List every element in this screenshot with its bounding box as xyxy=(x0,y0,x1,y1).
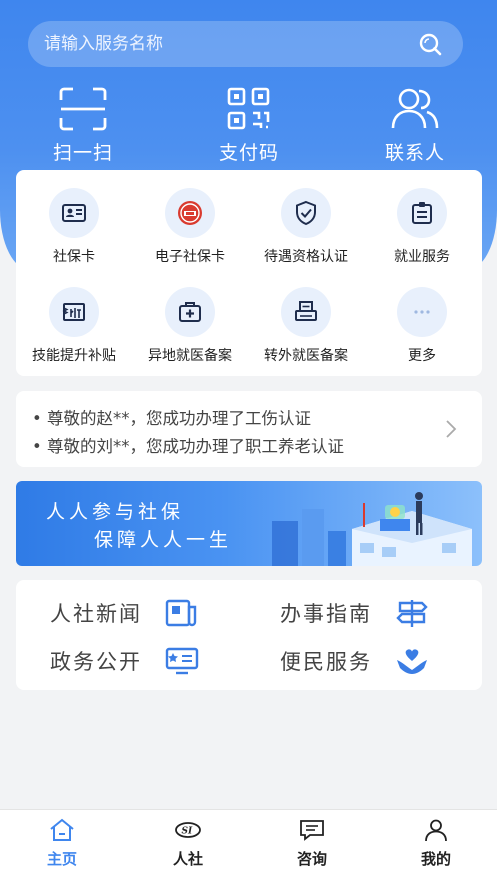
tab-consult-label: 咨询 xyxy=(296,850,327,868)
quick-contacts-label: 联系人 xyxy=(384,142,445,164)
notice-item: • 尊敬的刘**，您成功办理了职工养老认证 xyxy=(32,437,344,456)
service-remote-medical-icon-bg xyxy=(165,287,215,337)
chat-icon xyxy=(300,820,324,841)
search-icon[interactable] xyxy=(417,31,443,57)
quick-paycode-button[interactable]: 支付码 xyxy=(189,86,309,165)
service-eligibility-auth-label: 待遇资格认证 xyxy=(264,249,348,265)
tab-mine[interactable]: 我的 xyxy=(396,818,476,869)
service-remote-medical[interactable]: 异地就医备案 xyxy=(132,287,248,365)
news-item-convenience[interactable]: 便民服务 xyxy=(280,646,430,676)
tab-mine-label: 我的 xyxy=(420,850,451,868)
tab-home-label: 主页 xyxy=(46,850,77,868)
info-section: 人社新闻 办事指南 政务公开 便民服务 xyxy=(16,580,482,690)
subsidy-ticket-icon xyxy=(62,303,85,321)
tab-renshe[interactable]: SI 人社 xyxy=(148,818,228,869)
quick-scan-button[interactable]: 扫一扫 xyxy=(23,86,143,165)
service-social-card-label: 社保卡 xyxy=(53,249,95,265)
service-transfer-medical-label: 转外就医备案 xyxy=(264,348,348,364)
service-e-social-card-label: 电子社保卡 xyxy=(155,249,225,265)
notice-text: 尊敬的刘**，您成功办理了职工养老认证 xyxy=(46,437,344,456)
notice-item: • 尊敬的赵**，您成功办理了工伤认证 xyxy=(32,409,311,428)
printer-icon xyxy=(295,301,317,321)
service-social-card[interactable]: 社保卡 xyxy=(16,188,132,266)
si-logo-icon: SI xyxy=(175,822,201,838)
more-dots-icon xyxy=(414,310,430,314)
shield-check-icon xyxy=(296,200,316,226)
service-e-social-card[interactable]: 电子社保卡 xyxy=(132,188,248,266)
search-bar[interactable] xyxy=(28,21,463,67)
service-skill-subsidy-icon-bg xyxy=(49,287,99,337)
service-skill-subsidy-label: 技能提升补贴 xyxy=(32,348,116,364)
news-label: 便民服务 xyxy=(280,650,372,674)
news-label: 人社新闻 xyxy=(50,602,142,626)
scan-icon xyxy=(59,87,107,131)
promo-banner[interactable]: 人人参与社保 保障人人一生 xyxy=(16,481,482,566)
service-more-icon-bg xyxy=(397,287,447,337)
service-grid: 社保卡 电子社保卡 待遇资格认证 就业服务 技能提升补贴 异地就医备案 转外就医… xyxy=(16,170,482,376)
bottom-tab-bar: 主页 SI 人社 咨询 我的 xyxy=(0,809,497,883)
service-employment[interactable]: 就业服务 xyxy=(364,188,480,266)
notice-text: 尊敬的赵**，您成功办理了工伤认证 xyxy=(46,409,311,428)
service-eligibility-auth[interactable]: 待遇资格认证 xyxy=(248,188,364,266)
chevron-right-icon[interactable] xyxy=(444,418,458,440)
quick-paycode-label: 支付码 xyxy=(218,142,279,164)
service-transfer-medical-icon-bg xyxy=(281,287,331,337)
badge-icon xyxy=(412,202,432,224)
service-remote-medical-label: 异地就医备案 xyxy=(148,348,232,364)
service-employment-label: 就业服务 xyxy=(394,249,450,265)
service-more[interactable]: 更多 xyxy=(364,287,480,365)
svg-text:SI: SI xyxy=(182,827,193,837)
service-more-label: 更多 xyxy=(408,348,436,364)
news-item-gov-open[interactable]: 政务公开 xyxy=(50,646,200,676)
tab-renshe-label: 人社 xyxy=(172,850,203,868)
tab-consult[interactable]: 咨询 xyxy=(272,818,352,869)
contacts-icon xyxy=(391,88,439,129)
newspaper-icon xyxy=(165,599,197,627)
monitor-icon xyxy=(165,647,199,675)
quick-contacts-button[interactable]: 联系人 xyxy=(355,86,475,165)
id-card-icon xyxy=(62,204,86,222)
banner-title-line2: 保障人人一生 xyxy=(94,529,233,551)
service-transfer-medical[interactable]: 转外就医备案 xyxy=(248,287,364,365)
service-social-card-icon-bg xyxy=(49,188,99,238)
service-e-social-card-icon-bg xyxy=(165,188,215,238)
search-input[interactable] xyxy=(44,34,417,54)
banner-title-line1: 人人参与社保 xyxy=(46,501,185,523)
news-item-hr-news[interactable]: 人社新闻 xyxy=(50,598,200,628)
seal-icon xyxy=(178,201,202,225)
qrcode-icon xyxy=(227,87,270,130)
service-eligibility-auth-icon-bg xyxy=(281,188,331,238)
quick-scan-label: 扫一扫 xyxy=(52,142,113,164)
user-icon xyxy=(425,819,447,842)
home-icon xyxy=(50,818,74,841)
notice-ticker[interactable]: • 尊敬的赵**，您成功办理了工伤认证 • 尊敬的刘**，您成功办理了职工养老认… xyxy=(16,391,482,467)
medical-kit-icon xyxy=(179,302,201,322)
service-employment-icon-bg xyxy=(397,188,447,238)
service-skill-subsidy[interactable]: 技能提升补贴 xyxy=(16,287,132,365)
news-item-guide[interactable]: 办事指南 xyxy=(280,598,430,628)
heart-hand-icon xyxy=(397,649,427,674)
news-label: 政务公开 xyxy=(50,650,142,674)
tab-home[interactable]: 主页 xyxy=(22,818,102,869)
news-label: 办事指南 xyxy=(280,602,372,626)
signpost-icon xyxy=(396,600,428,627)
city-illustration xyxy=(272,492,472,566)
